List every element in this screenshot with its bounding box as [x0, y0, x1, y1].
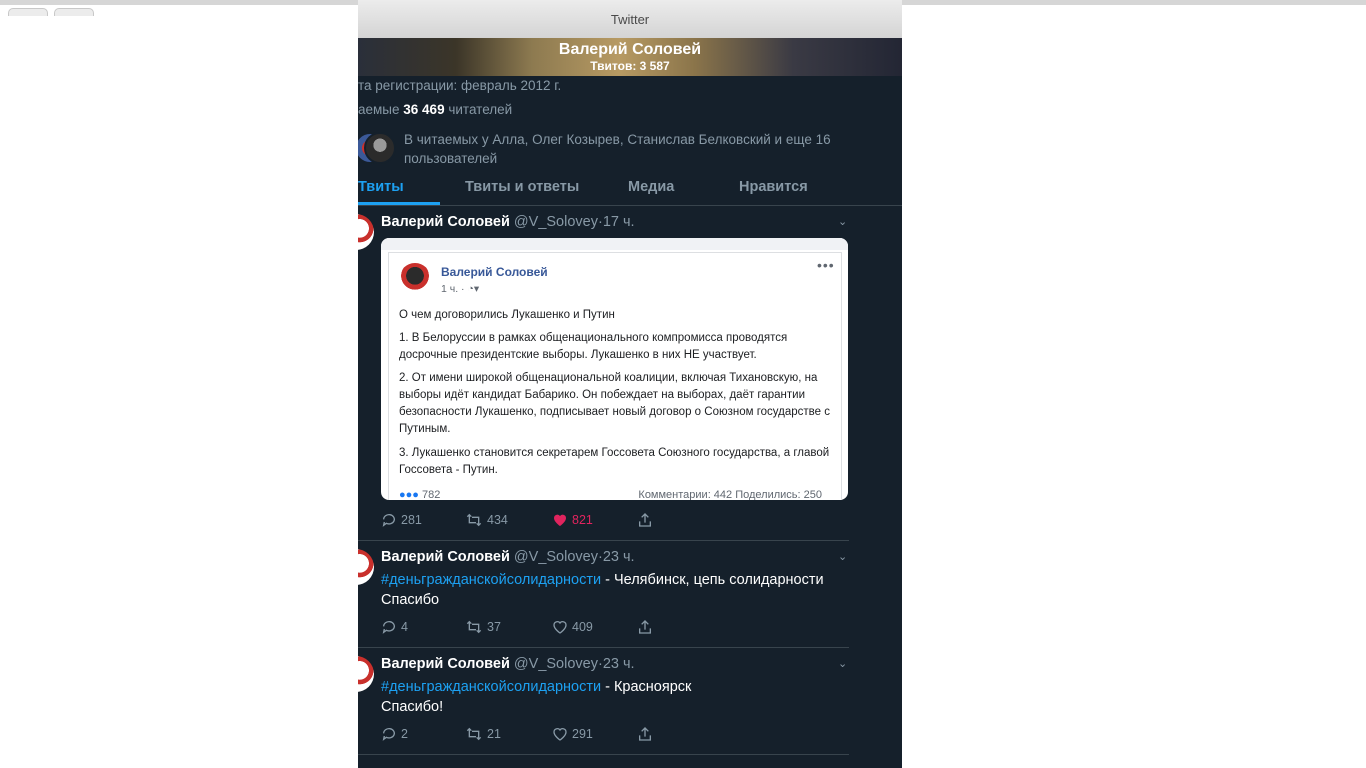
retweet-icon: [466, 513, 482, 527]
share-button[interactable]: [637, 726, 657, 742]
retweet-button[interactable]: 21: [465, 726, 501, 742]
reply-button[interactable]: 2: [381, 726, 408, 742]
retweet-icon: [466, 620, 482, 634]
followed-by-text[interactable]: В читаемых у Алла, Олег Козырев, Станисл…: [404, 130, 844, 168]
avatar[interactable]: [358, 549, 374, 585]
tweet-author-handle[interactable]: @V_Solovey: [514, 214, 598, 230]
share-icon: [639, 727, 651, 741]
tweet-time[interactable]: 23 ч.: [603, 549, 635, 565]
tweet-header: Валерий Соловей @V_Solovey·23 ч.: [381, 656, 635, 672]
share-icon: [639, 620, 651, 634]
reply-icon: [382, 728, 395, 741]
tab-tweets[interactable]: Твиты: [358, 179, 404, 195]
blank-area-left: [0, 16, 358, 768]
tweet-actions: 2 21 291: [381, 726, 671, 744]
tweet[interactable]: Валерий Соловей @V_Solovey·23 ч. ⌄ #день…: [358, 648, 849, 755]
chevron-down-icon[interactable]: ⌄: [838, 550, 847, 563]
retweet-icon: [466, 727, 482, 741]
heart-icon: [553, 728, 567, 741]
heart-icon: [553, 621, 567, 634]
tweet-author-name[interactable]: Валерий Соловей: [381, 656, 510, 672]
profile-header: Валерий Соловей Твитов: 3 587: [358, 38, 902, 76]
window-titlebar: Twitter: [358, 0, 902, 39]
fb-author-name: Валерий Соловей: [441, 265, 548, 279]
share-icon: [639, 513, 651, 527]
avatar[interactable]: [358, 656, 374, 692]
fb-paragraph: О чем договорились Лукашенко и Путин: [399, 309, 615, 321]
tweet[interactable]: Валерий Соловей @V_Solovey·23 ч. ⌄ #день…: [358, 541, 849, 648]
fb-paragraph: 2. От имени широкой общенациональной коа…: [399, 372, 831, 435]
join-date: та регистрации: февраль 2012 г.: [358, 78, 562, 93]
active-tab-indicator: [358, 202, 440, 205]
tweet-author-handle[interactable]: @V_Solovey: [514, 549, 598, 565]
share-button[interactable]: [637, 512, 657, 528]
hashtag-link[interactable]: #деньгражданскойсолидарности: [381, 679, 601, 695]
fb-reactions: ●●● 782 Комментарии: 442 Поделились: 250: [399, 489, 822, 500]
followers-suffix: читателей: [448, 102, 513, 117]
chevron-down-icon[interactable]: ⌄: [838, 657, 847, 670]
reply-button[interactable]: 281: [381, 512, 422, 528]
heart-filled-icon: [554, 514, 566, 526]
fb-paragraph: 1. В Белоруссии в рамках общенационально…: [399, 332, 788, 361]
embedded-image[interactable]: Валерий Соловей 1 ч. · ◔▾ ••• О чем дого…: [381, 238, 848, 500]
retweet-button[interactable]: 434: [465, 512, 508, 528]
blank-area-right: [902, 5, 1366, 768]
tweet-time[interactable]: 23 ч.: [603, 656, 635, 672]
reply-icon: [382, 514, 395, 527]
like-button[interactable]: 409: [552, 619, 593, 635]
tweet-time[interactable]: 17 ч.: [603, 214, 635, 230]
tweet-author-handle[interactable]: @V_Solovey: [514, 656, 598, 672]
globe-icon: ◔▾: [467, 283, 480, 295]
tweet-text: #деньгражданскойсолидарности - Челябинск…: [381, 572, 824, 608]
tab-media[interactable]: Медиа: [628, 179, 674, 195]
twitter-app: Валерий Соловей Твитов: 3 587 та регистр…: [358, 38, 902, 768]
share-button[interactable]: [637, 619, 657, 635]
profile-name: Валерий Соловей: [558, 41, 702, 58]
retweet-button[interactable]: 37: [465, 619, 501, 635]
profile-tabs: Твиты Твиты и ответы Медиа Нравится: [358, 169, 902, 206]
followed-by-avatars[interactable]: [358, 132, 396, 164]
like-button[interactable]: 821: [552, 512, 593, 528]
tweet-actions: 4 37 409: [381, 619, 671, 637]
avatar: [364, 132, 396, 164]
reply-button[interactable]: 4: [381, 619, 408, 635]
tweet-header: Валерий Соловей @V_Solovey·17 ч.: [381, 214, 635, 230]
avatar[interactable]: [358, 214, 374, 250]
tweets-count: Твитов: 3 587: [590, 59, 670, 73]
reply-icon: [382, 621, 395, 634]
tab-likes[interactable]: Нравится: [739, 179, 808, 195]
more-icon: •••: [817, 257, 835, 273]
tweet-author-name[interactable]: Валерий Соловей: [381, 214, 510, 230]
facebook-post: Валерий Соловей 1 ч. · ◔▾ ••• О чем дого…: [388, 252, 842, 500]
chevron-down-icon[interactable]: ⌄: [838, 215, 847, 228]
fb-post-time: 1 ч. · ◔▾: [441, 283, 480, 295]
fb-paragraph: 3. Лукашенко становится секретарем Госсо…: [399, 447, 830, 476]
tweet-text: #деньгражданскойсолидарности - Красноярс…: [381, 679, 692, 715]
tweet[interactable]: Валерий Соловей @V_Solovey·17 ч. ⌄ Валер…: [358, 206, 849, 541]
window-title: Twitter: [610, 12, 650, 27]
tab-tweets-and-replies[interactable]: Твиты и ответы: [465, 179, 579, 195]
tweet-author-name[interactable]: Валерий Соловей: [381, 549, 510, 565]
card-top-strip: [381, 238, 848, 250]
hashtag-link[interactable]: #деньгражданскойсолидарности: [381, 572, 601, 588]
avatar: [399, 263, 431, 295]
reaction-icons: ●●●: [399, 489, 419, 500]
like-button[interactable]: 291: [552, 726, 593, 742]
tweet-header: Валерий Соловей @V_Solovey·23 ч.: [381, 549, 635, 565]
followers-count: 36 469: [403, 102, 445, 117]
followers-line[interactable]: аемые 36 469 читателей: [358, 102, 512, 117]
tweet-actions: 281 434 821: [381, 512, 671, 530]
followers-prefix: аемые: [358, 102, 400, 117]
